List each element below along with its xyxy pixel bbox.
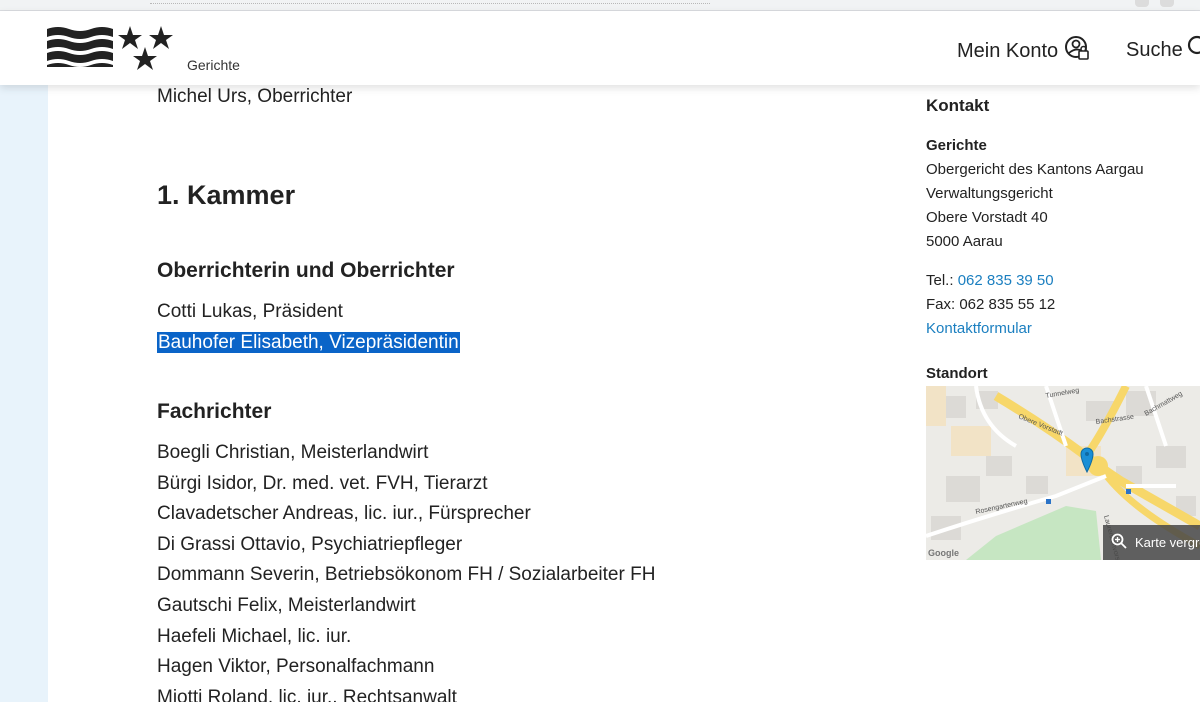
left-decorative-strip — [0, 85, 48, 702]
search-label: Suche — [1126, 38, 1183, 61]
list-item: Gautschi Felix, Meisterlandwirt — [157, 594, 416, 616]
contact-subheading: Gerichte — [926, 137, 987, 154]
account-lock-icon — [1064, 35, 1090, 67]
contact-heading: Kontakt — [926, 96, 990, 115]
location-heading: Standort — [926, 365, 988, 382]
list-item: Cotti Lukas, Präsident — [157, 301, 343, 322]
zoom-in-icon — [1111, 533, 1127, 552]
judge-line-top: Michel Urs, Oberrichter — [157, 86, 353, 107]
account-label: Mein Konto — [957, 39, 1059, 62]
phone-line: Tel.: 062 835 39 50 — [926, 269, 1200, 293]
list-item: Bürgi Isidor, Dr. med. vet. FVH, Tierarz… — [157, 472, 488, 494]
browser-toolbar — [0, 0, 1200, 11]
address-line: 5000 Aarau — [926, 233, 1003, 250]
text-selection: Bauhofer Elisabeth, Vizepräsidentin — [157, 331, 460, 353]
section-heading-judges: Oberrichterin und Oberrichter — [157, 259, 455, 282]
contact-sidebar: Kontakt Gerichte Obergericht des Kantons… — [926, 96, 1200, 341]
list-item: Haefeli Michael, lic. iur. — [157, 625, 352, 647]
account-link[interactable]: Mein Konto — [957, 35, 1090, 67]
address-line: Obergericht des Kantons Aargau — [926, 161, 1144, 178]
list-item: Hagen Viktor, Personalfachmann — [157, 656, 435, 678]
browser-extension-button[interactable] — [1135, 0, 1149, 7]
chamber-heading: 1. Kammer — [157, 180, 296, 210]
google-logo: Google — [928, 548, 959, 558]
logo-subtitle: Gerichte — [187, 57, 240, 73]
phone-link[interactable]: 062 835 39 50 — [958, 272, 1054, 289]
judges-list: Cotti Lukas, Präsident Bauhofer Elisabet… — [157, 297, 460, 358]
list-item: Dommann Severin, Betriebsökonom FH / Soz… — [157, 564, 656, 586]
section-heading-specialists: Fachrichter — [157, 400, 272, 423]
enlarge-map-button[interactable]: Karte vergrö — [1103, 525, 1200, 560]
list-item: Miotti Roland, lic. iur., Rechtsanwalt — [157, 686, 457, 702]
canton-logo[interactable] — [47, 25, 177, 75]
search-icon — [1187, 35, 1200, 65]
browser-menu-button[interactable] — [1160, 0, 1174, 7]
fax-line: Fax: 062 835 55 12 — [926, 296, 1056, 313]
specialists-list: Boegli Christian, Meisterlandwirt Bürgi … — [157, 438, 655, 702]
contact-form-link[interactable]: Kontaktformular — [926, 317, 1200, 341]
phone-label: Tel.: — [926, 272, 954, 289]
site-header: Gerichte Mein Konto Suche — [0, 11, 1200, 85]
enlarge-map-label: Karte vergrö — [1135, 535, 1200, 550]
list-item: Clavadetscher Andreas, lic. iur., Fürspr… — [157, 503, 531, 525]
list-item: Boegli Christian, Meisterlandwirt — [157, 442, 429, 463]
list-item: Di Grassi Ottavio, Psychiatriepfleger — [157, 533, 463, 555]
search-link[interactable]: Suche — [1126, 35, 1200, 65]
address-line: Obere Vorstadt 40 — [926, 209, 1048, 226]
list-item-selected: Bauhofer Elisabeth, Vizepräsidentin — [157, 328, 460, 359]
address-bar[interactable] — [150, 0, 710, 4]
address-line: Verwaltungsgericht — [926, 185, 1053, 202]
